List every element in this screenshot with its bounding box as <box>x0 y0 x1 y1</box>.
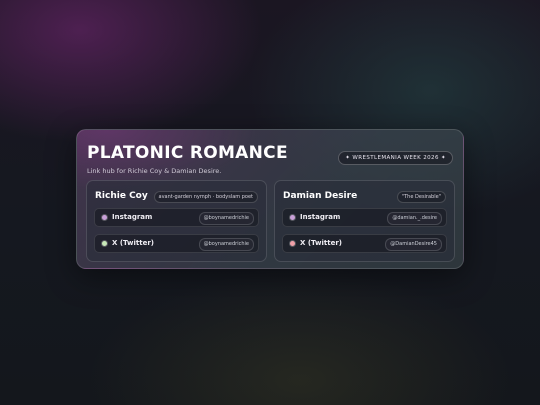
link-label: X (Twitter) <box>112 239 154 247</box>
twitter-link[interactable]: X (Twitter) @DamianDesire45 <box>282 234 447 253</box>
member-name: Richie Coy <box>95 191 148 201</box>
member-tagline: avant-garden nymph · bodyslam poet <box>153 191 258 203</box>
instagram-link[interactable]: Instagram @damian._.desire <box>282 208 447 227</box>
twitter-dot-icon <box>290 241 295 246</box>
instagram-dot-icon <box>290 215 295 220</box>
twitter-dot-icon <box>102 241 107 246</box>
instagram-link[interactable]: Instagram @boynamedrichie <box>94 208 259 227</box>
link-handle: @DamianDesire45 <box>385 238 442 251</box>
page-title: PLATONIC ROMANCE <box>87 143 288 163</box>
instagram-dot-icon <box>102 215 107 220</box>
member-panel-richie-coy: Richie Coy avant-garden nymph · bodyslam… <box>86 180 267 262</box>
link-label: X (Twitter) <box>300 239 342 247</box>
member-name: Damian Desire <box>283 191 358 201</box>
link-handle: @boynamedrichie <box>198 212 254 225</box>
event-badge: ✦ WRESTLEMANIA WEEK 2026 ✦ <box>338 151 453 165</box>
page-subtitle: Link hub for Richie Coy & Damian Desire. <box>87 167 222 175</box>
link-label: Instagram <box>300 213 341 221</box>
link-hub-card: PLATONIC ROMANCE Link hub for Richie Coy… <box>76 129 464 269</box>
link-handle: @damian._.desire <box>387 212 442 225</box>
twitter-link[interactable]: X (Twitter) @boynamedrichie <box>94 234 259 253</box>
member-tagline: "The Desirable" <box>396 191 446 203</box>
link-label: Instagram <box>112 213 153 221</box>
link-handle: @boynamedrichie <box>198 238 254 251</box>
member-panel-damian-desire: Damian Desire "The Desirable" Instagram … <box>274 180 455 262</box>
